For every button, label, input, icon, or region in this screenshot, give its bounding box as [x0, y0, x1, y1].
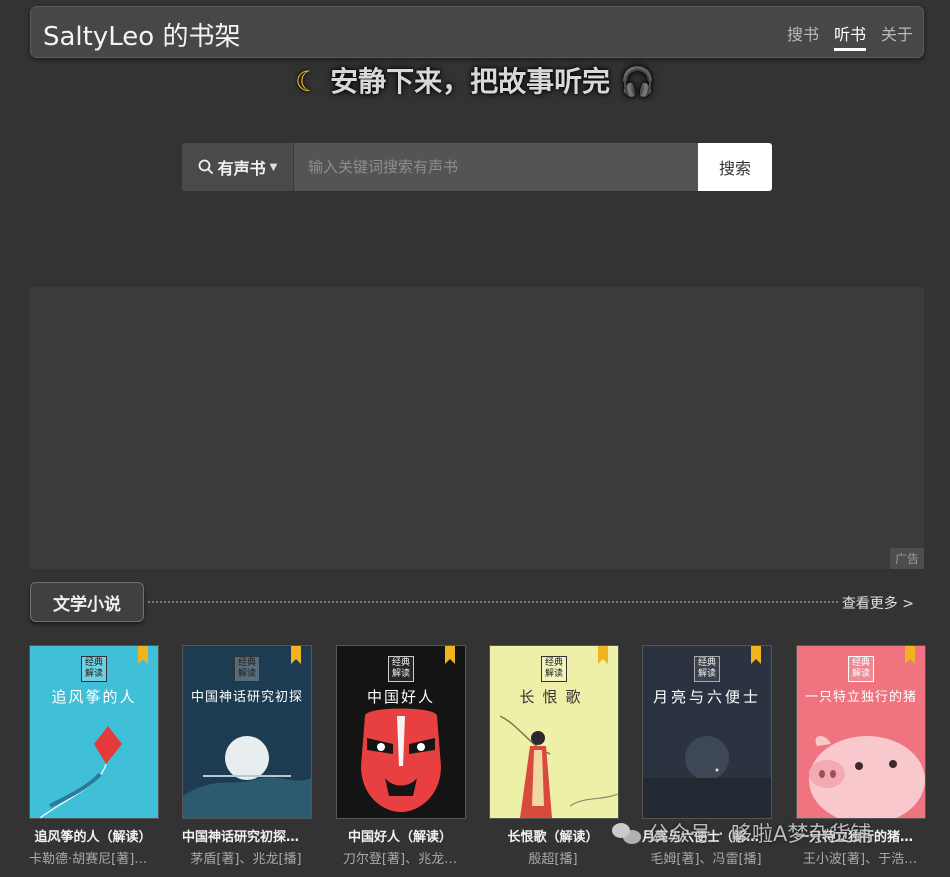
book-author: 王小波[著]、于浩… [802, 852, 918, 867]
tab-audiobooks[interactable]: 听书 [833, 21, 866, 51]
book-cover: 经典解读 中国好人 [336, 645, 466, 819]
ad-banner[interactable]: 广告 [29, 287, 924, 569]
nav-tabs: 搜书 听书 关于 [787, 21, 913, 51]
book-card[interactable]: 经典解读 中国好人 中国好人（解读） 刀尔登[著]、兆龙… [336, 645, 466, 867]
book-card[interactable]: 经典解读 月亮与六便士 月亮与六便士（解读） 毛姆[著]、冯雷[播] [642, 645, 772, 867]
slogan: ☾ 安静下来，把故事听完 🎧 [0, 60, 950, 100]
slogan-text: 安静下来，把故事听完 [330, 65, 611, 98]
book-author: 毛姆[著]、冯雷[播] [650, 852, 762, 867]
book-author: 刀尔登[著]、兆龙… [342, 852, 458, 867]
classic-seal: 经典解读 [848, 656, 874, 682]
section-divider [148, 601, 838, 603]
classic-seal: 经典解读 [694, 656, 720, 682]
book-title[interactable]: 一只特立独行的猪（解读） [796, 826, 924, 845]
cover-title: 一只特立独行的猪 [804, 690, 917, 705]
section-header: 文学小说 查看更多 > [30, 582, 920, 622]
book-card[interactable]: 经典解读 长恨歌 长恨歌（解读） 殷超[播] [489, 645, 619, 867]
classic-seal: 经典解读 [388, 656, 414, 682]
book-author: 茅盾[著]、兆龙[播] [190, 852, 302, 867]
book-title[interactable]: 月亮与六便士（解读） [642, 826, 770, 845]
book-card[interactable]: 经典解读 追风筝的人 追风筝的人（解读） 卡勒德·胡赛尼[著]、… [29, 645, 159, 867]
top-navbar: SaltyLeo 的书架 搜书 听书 关于 [30, 6, 924, 58]
search-button[interactable]: 搜索 [698, 143, 772, 191]
book-title[interactable]: 中国神话研究初探（解读） [182, 826, 310, 845]
book-title[interactable]: 长恨歌（解读） [489, 826, 617, 845]
headphones-icon: 🎧 [620, 65, 655, 98]
see-more-link[interactable]: 查看更多 > [842, 593, 914, 613]
book-cover: 经典解读 一只特立独行的猪 [796, 645, 926, 819]
moon-icon: ☾ [295, 65, 321, 98]
tab-search-books[interactable]: 搜书 [787, 21, 819, 51]
tab-about[interactable]: 关于 [881, 21, 913, 51]
search-icon [198, 159, 213, 175]
book-cover: 经典解读 长恨歌 [489, 645, 619, 819]
cover-title: 中国神话研究初探 [190, 690, 303, 705]
book-cover: 经典解读 中国神话研究初探 [182, 645, 312, 819]
classic-seal: 经典解读 [81, 656, 107, 682]
book-title[interactable]: 中国好人（解读） [336, 826, 464, 845]
cover-title: 月亮与六便士 [652, 688, 761, 706]
search-bar: 有声书 ▼ 搜索 [182, 143, 772, 191]
book-card[interactable]: 经典解读 中国神话研究初探 中国神话研究初探（解读） 茅盾[著]、兆龙[播] [182, 645, 312, 867]
search-type-label: 有声书 [217, 159, 266, 178]
cover-title: 追风筝的人 [51, 688, 137, 706]
cover-title: 长恨歌 [519, 688, 589, 706]
classic-seal: 经典解读 [541, 656, 567, 682]
book-cover: 经典解读 追风筝的人 [29, 645, 159, 819]
section-title[interactable]: 文学小说 [30, 582, 144, 622]
book-title[interactable]: 追风筝的人（解读） [29, 826, 157, 845]
book-card[interactable]: 经典解读 一只特立独行的猪 一只特立独行的猪（解读） 王小波[著]、于浩… [796, 645, 926, 867]
ad-label: 广告 [889, 548, 924, 569]
book-cover: 经典解读 月亮与六便士 [642, 645, 772, 819]
chevron-down-icon: ▼ [269, 161, 278, 173]
cover-title: 中国好人 [366, 688, 435, 706]
search-type-dropdown[interactable]: 有声书 ▼ [182, 143, 294, 191]
book-author: 殷超[播] [528, 852, 578, 867]
site-brand[interactable]: SaltyLeo 的书架 [43, 16, 240, 53]
classic-seal: 经典解读 [234, 656, 260, 682]
search-input[interactable] [294, 143, 698, 191]
book-author: 卡勒德·胡赛尼[著]、… [29, 852, 157, 867]
